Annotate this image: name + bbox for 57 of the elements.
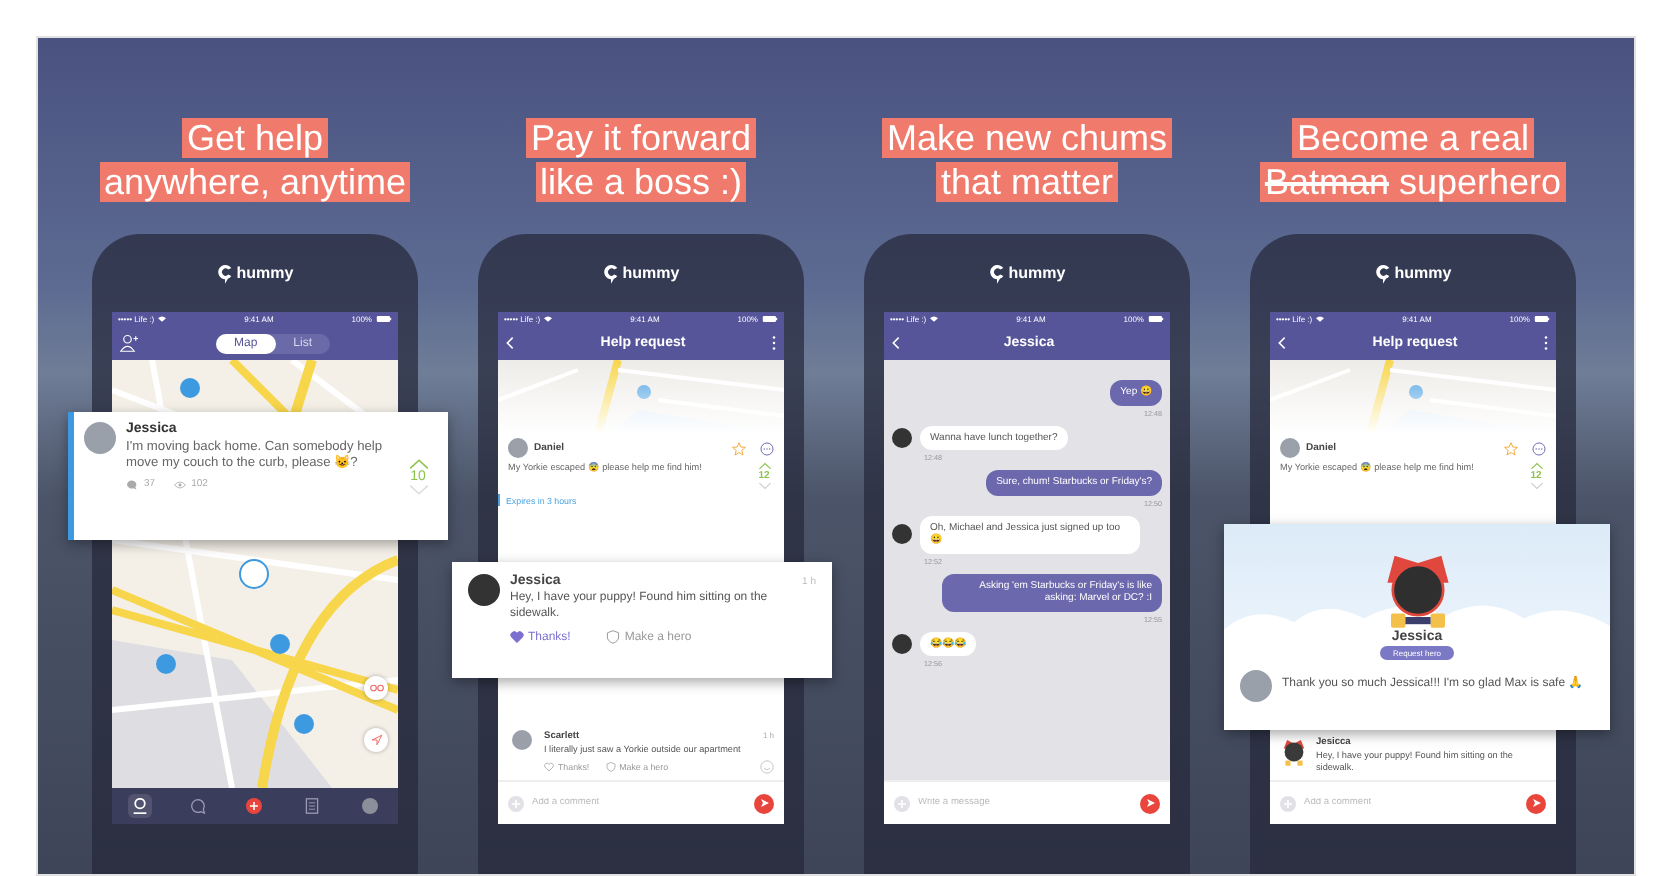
heart-icon	[510, 630, 524, 644]
brand-name: hummy	[1008, 264, 1066, 282]
avatar	[892, 524, 912, 544]
upvote-icon[interactable]	[407, 458, 429, 470]
send-button[interactable]	[1526, 793, 1546, 813]
shield-icon	[605, 762, 616, 772]
back-icon[interactable]	[1278, 336, 1286, 350]
tab-bar-item[interactable]	[242, 794, 267, 818]
wifi-icon	[544, 316, 553, 322]
send-button[interactable]	[754, 793, 774, 813]
logo-icon	[216, 262, 235, 284]
send-icon	[1145, 798, 1155, 808]
back-icon[interactable]	[892, 336, 900, 350]
battery-icon	[761, 316, 778, 322]
avatar	[892, 427, 912, 448]
heart-icon	[544, 762, 554, 772]
battery-icon	[1147, 316, 1164, 322]
add-icon	[246, 798, 263, 814]
avatar-icon	[361, 798, 378, 814]
back-icon[interactable]	[506, 336, 514, 350]
shield-icon	[606, 630, 621, 644]
star-icon[interactable]	[732, 441, 746, 455]
person-pin-icon	[132, 798, 149, 814]
send-icon	[759, 798, 769, 808]
eye-icon	[173, 479, 186, 489]
brand-name: hummy	[622, 264, 680, 282]
avatar	[1240, 670, 1272, 702]
avatar	[468, 574, 500, 606]
chat-icon[interactable]	[1532, 441, 1546, 455]
star-icon[interactable]	[1504, 441, 1518, 455]
navigation-arrow-icon	[369, 734, 383, 746]
wifi-icon	[1316, 316, 1325, 322]
chat-icon[interactable]	[760, 441, 774, 455]
logo-icon	[988, 262, 1007, 284]
chat-icon	[189, 798, 206, 814]
upvote-icon[interactable]	[1529, 462, 1543, 470]
brand-name: hummy	[236, 264, 294, 282]
send-button[interactable]	[1140, 793, 1160, 813]
comment-icon	[126, 479, 138, 489]
send-icon	[1531, 798, 1541, 808]
avatar	[84, 422, 116, 454]
wifi-icon	[158, 316, 167, 322]
list-icon	[304, 798, 321, 814]
avatar	[892, 633, 912, 654]
hero-avatar-drawing	[1381, 550, 1453, 630]
wifi-icon	[930, 316, 939, 322]
add-user-icon[interactable]	[120, 334, 138, 352]
battery-icon	[1533, 316, 1550, 322]
brand-name: hummy	[1394, 264, 1452, 282]
avatar	[1280, 438, 1300, 458]
two-rings-icon	[369, 682, 383, 694]
avatar	[508, 438, 528, 458]
logo-icon	[1374, 262, 1393, 284]
logo-icon	[602, 262, 621, 284]
battery-icon	[375, 316, 392, 322]
tab-bar-item[interactable]	[128, 794, 153, 818]
upvote-icon[interactable]	[757, 462, 771, 470]
